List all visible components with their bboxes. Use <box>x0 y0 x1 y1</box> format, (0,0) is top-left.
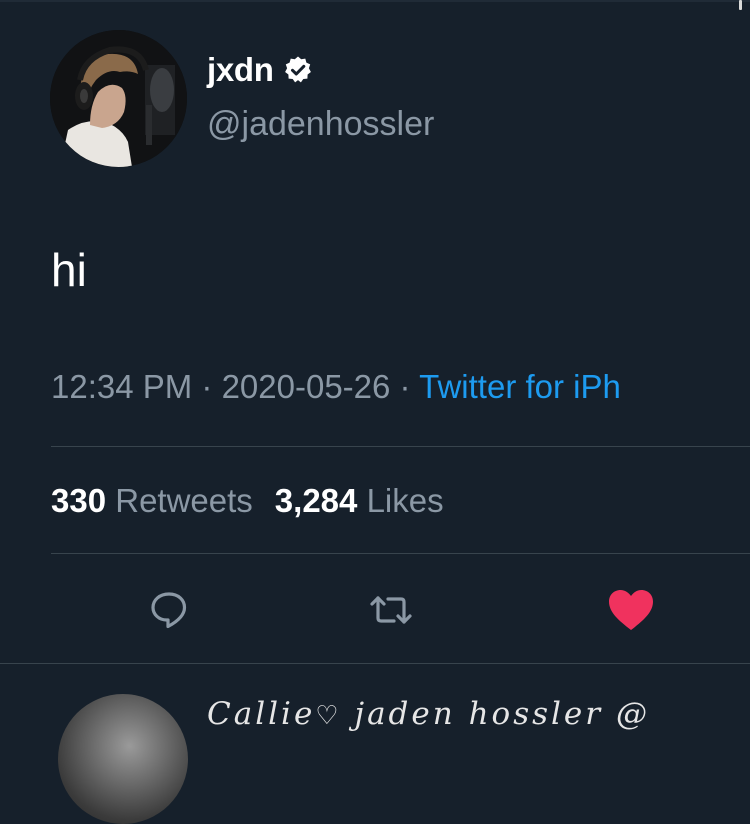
tweet-date[interactable]: 2020-05-26 <box>222 368 391 405</box>
tweet-text: hi <box>51 244 87 296</box>
reply-icon <box>151 592 187 629</box>
top-edge <box>0 0 750 2</box>
divider <box>51 446 750 447</box>
likes-count: 3,284 <box>274 482 358 519</box>
likes-label: Likes <box>366 482 444 519</box>
meta-separator: · <box>390 368 420 405</box>
author-avatar[interactable] <box>50 30 187 167</box>
retweets-stat[interactable]: 330 Retweets <box>51 482 253 519</box>
status-indicator <box>739 0 742 10</box>
tweet-time[interactable]: 12:34 PM <box>51 368 192 405</box>
tweet-source-link[interactable]: Twitter for iPh <box>419 368 621 405</box>
meta-separator: · <box>192 368 222 405</box>
divider <box>51 553 750 554</box>
display-name-text: jxdn <box>207 51 274 88</box>
heart-icon <box>609 590 653 630</box>
heart-outline-icon: ♡ <box>315 701 342 731</box>
likes-stat[interactable]: 3,284 Likes <box>275 482 444 519</box>
reply-button[interactable] <box>144 585 194 635</box>
reply-author-text: jaden hossler @ <box>341 696 650 732</box>
like-button[interactable] <box>606 585 656 635</box>
engagement-stats: 330 Retweets 3,284 Likes <box>51 480 444 522</box>
reply-avatar[interactable] <box>58 694 188 824</box>
retweet-button[interactable] <box>366 585 416 635</box>
author-display-name[interactable]: jxdn <box>207 50 313 90</box>
retweets-count: 330 <box>51 482 107 519</box>
retweet-icon <box>370 596 412 624</box>
author-handle[interactable]: @jadenhossler <box>207 104 434 144</box>
verified-badge-icon <box>284 56 311 83</box>
reply-preview[interactable]: Callie♡ jaden hossler @ <box>0 664 750 824</box>
reply-author-name: Callie <box>207 696 316 732</box>
reply-author: Callie♡ jaden hossler @ <box>207 696 650 732</box>
tweet-metadata: 12:34 PM · 2020-05-26 · Twitter for iPh <box>51 366 750 408</box>
retweets-label: Retweets <box>115 482 253 519</box>
